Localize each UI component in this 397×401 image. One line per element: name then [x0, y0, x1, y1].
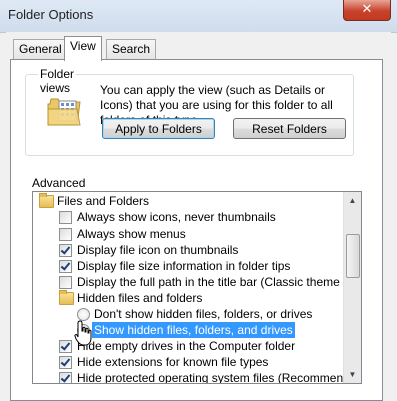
folder-views-label: Folder views: [38, 67, 77, 95]
checkbox[interactable]: [59, 228, 72, 241]
scroll-down-icon[interactable]: ▼: [344, 366, 361, 383]
selected-option: Show hidden files, folders, and drives: [92, 322, 295, 338]
tab-general[interactable]: General: [13, 39, 68, 59]
folder-icon: [59, 290, 74, 305]
checkbox[interactable]: [59, 260, 72, 273]
scroll-thumb[interactable]: [346, 234, 360, 278]
checkbox[interactable]: [59, 340, 72, 353]
apply-to-folders-button[interactable]: Apply to Folders: [102, 118, 215, 139]
mouse-cursor-icon: [74, 320, 92, 346]
checkbox[interactable]: [59, 211, 72, 224]
folder-views-icon: [47, 98, 81, 126]
checkbox[interactable]: [59, 372, 72, 383]
vertical-scrollbar[interactable]: ▲ ▼: [343, 192, 361, 383]
checkbox[interactable]: [59, 356, 72, 369]
reset-folders-button[interactable]: Reset Folders: [233, 118, 346, 139]
close-button[interactable]: ✕: [343, 0, 391, 21]
title-bar: Folder Options ✕: [0, 0, 397, 33]
checkbox[interactable]: [59, 276, 72, 289]
folder-icon: [39, 193, 54, 208]
tab-view[interactable]: View: [64, 36, 102, 61]
tab-search[interactable]: Search: [106, 39, 157, 59]
scroll-up-icon[interactable]: ▲: [344, 192, 361, 209]
advanced-settings-list[interactable]: Files and Folders Always show icons, nev…: [32, 191, 362, 384]
window-title: Folder Options: [8, 7, 94, 22]
checkbox[interactable]: [59, 244, 72, 257]
close-icon: ✕: [361, 1, 373, 16]
